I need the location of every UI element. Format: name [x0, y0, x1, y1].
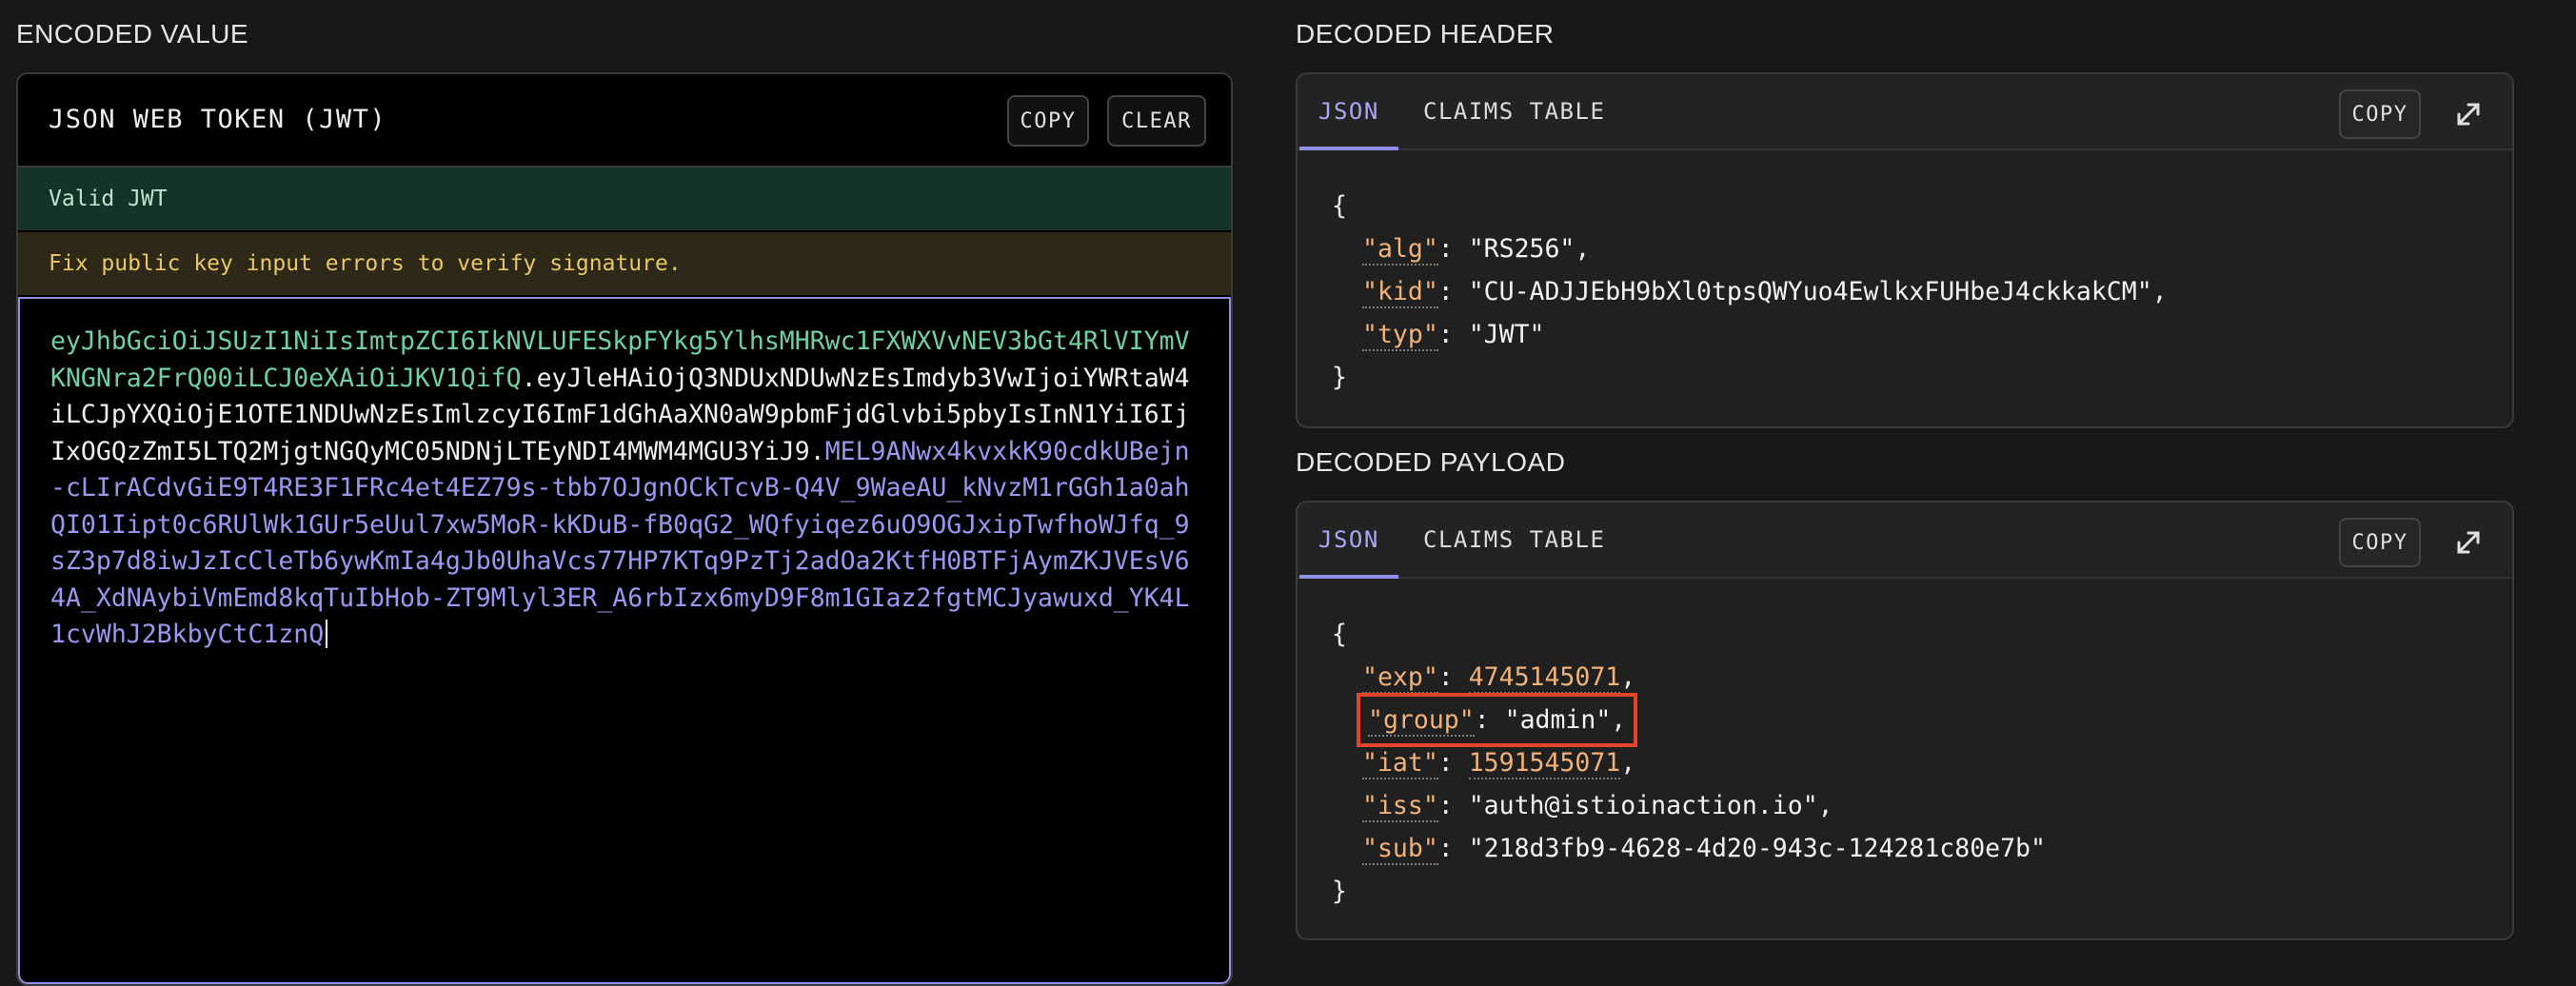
copy-header-button[interactable]: COPY [2339, 89, 2421, 139]
token-separator: . [521, 363, 537, 393]
json-open-brace: { [1332, 620, 1347, 649]
jwt-panel-header: JSON WEB TOKEN (JWT) COPY CLEAR [18, 74, 1231, 168]
json-value: "CU-ADJJEbH9bXl0tpsQWYuo4EwlkxFUHbeJ4ckk… [1468, 277, 2152, 306]
header-tab-json[interactable]: JSON [1299, 74, 1398, 150]
json-open-brace: { [1332, 191, 1347, 221]
header-tab-claims-table[interactable]: CLAIMS TABLE [1423, 74, 1605, 148]
jwt-encoded-panel: JSON WEB TOKEN (JWT) COPY CLEAR Valid JW… [16, 72, 1233, 986]
json-field-group: "group": "admin", [1332, 693, 2046, 747]
decoded-header-title: DECODED HEADER [1296, 19, 1555, 49]
payload-json-view: { "exp": 4745145071, "group": "admin", "iat… [1332, 613, 2046, 913]
json-key[interactable]: "exp" [1362, 662, 1438, 694]
json-value: 4745145071 [1468, 662, 1621, 694]
json-close-brace: } [1332, 877, 1347, 906]
json-field-typ: "typ": "JWT" [1362, 320, 1545, 351]
jwt-panel-title: JSON WEB TOKEN (JWT) [49, 105, 387, 134]
json-value: "auth@istioinaction.io" [1468, 791, 1818, 820]
json-key[interactable]: "kid" [1362, 277, 1438, 308]
valid-jwt-status: Valid JWT [18, 168, 1231, 230]
json-value: "RS256" [1468, 234, 1575, 264]
json-value: 1591545071 [1468, 748, 1621, 779]
header-tabbar: JSON CLAIMS TABLE COPY [1298, 74, 2512, 150]
json-field-sub: "sub": "218d3fb9-4628-4d20-943c-124281c8… [1362, 834, 2046, 865]
payload-tab-claims-table[interactable]: CLAIMS TABLE [1423, 503, 1605, 577]
json-close-brace: } [1332, 363, 1347, 392]
copy-payload-button[interactable]: COPY [2339, 518, 2421, 567]
json-value: "admin" [1504, 705, 1612, 735]
json-key[interactable]: "iat" [1362, 748, 1438, 779]
header-json-view: { "alg": "RS256", "kid": "CU-ADJJEbH9bXl0t… [1332, 185, 2168, 399]
json-key[interactable]: "group" [1368, 705, 1475, 737]
json-key[interactable]: "alg" [1362, 234, 1438, 266]
expand-icon[interactable] [2446, 520, 2491, 565]
json-key[interactable]: "typ" [1362, 320, 1438, 351]
expand-icon[interactable] [2446, 91, 2491, 137]
copy-token-button[interactable]: COPY [1007, 95, 1089, 147]
clear-token-button[interactable]: CLEAR [1107, 95, 1206, 147]
decoded-header-panel: JSON CLAIMS TABLE COPY {"alg": "RS256", "… [1296, 72, 2514, 428]
json-value: "218d3fb9-4628-4d20-943c-124281c80e7b" [1468, 834, 2046, 863]
decoded-payload-panel: JSON CLAIMS TABLE COPY { "exp": 474514507… [1296, 501, 2514, 940]
payload-tab-json[interactable]: JSON [1299, 503, 1398, 579]
token-text[interactable]: eyJhbGciOiJSUzI1NiIsImtpZCI6IkNVLUFESkpF… [50, 324, 1202, 654]
json-field-alg: "alg": "RS256", [1362, 234, 1591, 266]
signature-warning-status: Fix public key input errors to verify si… [18, 232, 1231, 295]
decoded-payload-title: DECODED PAYLOAD [1296, 447, 1566, 477]
highlight-box: "group": "admin", [1356, 693, 1638, 747]
text-caret [326, 620, 328, 648]
token-input[interactable]: eyJhbGciOiJSUzI1NiIsImtpZCI6IkNVLUFESkpF… [18, 297, 1231, 984]
json-key[interactable]: "iss" [1362, 791, 1438, 822]
json-field-iat: "iat": 1591545071, [1362, 748, 1636, 779]
encoded-value-title: ENCODED VALUE [16, 19, 249, 49]
token-separator: . [809, 436, 825, 466]
payload-tabbar: JSON CLAIMS TABLE COPY [1298, 503, 2512, 579]
json-field-kid: "kid": "CU-ADJJEbH9bXl0tpsQWYuo4EwlkxFUH… [1362, 277, 2168, 308]
json-field-iss: "iss": "auth@istioinaction.io", [1362, 791, 1833, 822]
json-value: "JWT" [1468, 320, 1545, 349]
json-field-exp: "exp": 4745145071, [1362, 662, 1636, 694]
token-signature-segment: MEL9ANwx4kvxkK90cdkUBejn-cLIrACdvGiE9T4R… [50, 436, 1190, 650]
json-key[interactable]: "sub" [1362, 834, 1438, 865]
